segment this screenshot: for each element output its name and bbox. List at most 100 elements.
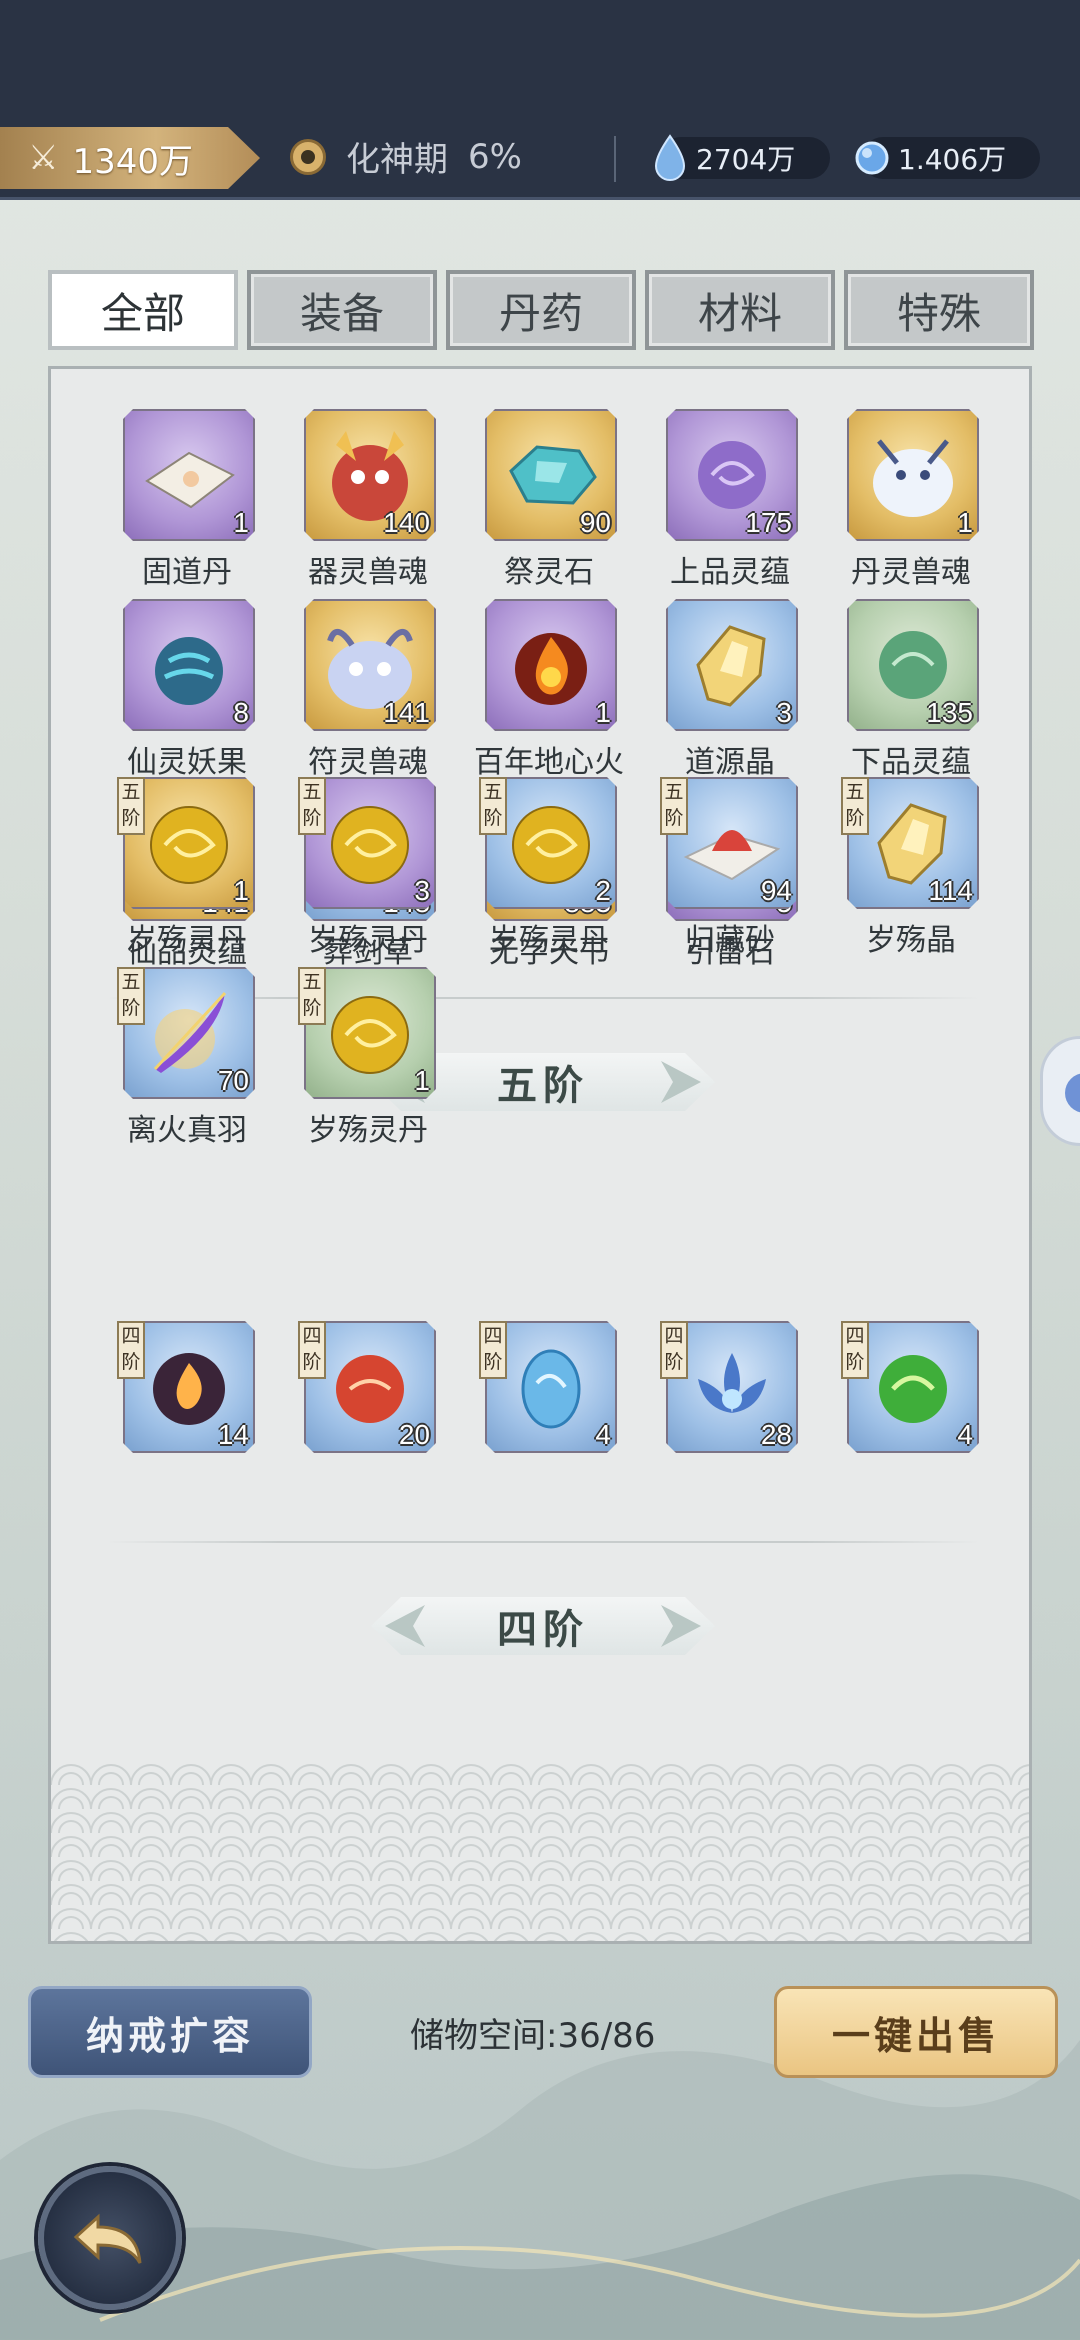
item-icon-frame: 1 bbox=[123, 409, 255, 541]
inventory-panel[interactable]: 1 固道丹 140 器灵兽魂 90 祭灵石 175 上品灵蕴 1 丹灵兽魂 8 仙灵妖果 141 符灵兽魂… bbox=[48, 366, 1032, 1944]
item-name: 仙灵妖果 bbox=[127, 745, 247, 780]
tier-badge: 五阶 bbox=[660, 777, 688, 835]
item-name: 归藏砂 bbox=[685, 923, 775, 958]
inventory-item[interactable]: 90 祭灵石 bbox=[479, 409, 619, 590]
currency2-value: 1.406万 bbox=[898, 143, 1007, 176]
tier-badge: 四阶 bbox=[117, 1321, 145, 1379]
item-name: 离火真羽 bbox=[127, 1113, 247, 1148]
item-name: 岁殇灵丹 bbox=[308, 923, 428, 958]
item-name: 岁殇灵丹 bbox=[308, 1113, 428, 1148]
inventory-item[interactable]: 175 上品灵蕴 bbox=[660, 409, 800, 590]
item-name: 器灵兽魂 bbox=[308, 555, 428, 590]
combat-power-value: 1340万 bbox=[72, 141, 194, 182]
item-count: 8 bbox=[233, 697, 249, 728]
yinyang-icon bbox=[290, 138, 326, 175]
inventory-item[interactable]: 4 四阶 bbox=[841, 1321, 981, 1501]
item-count: 4 bbox=[957, 1419, 973, 1450]
back-button[interactable] bbox=[38, 2166, 182, 2310]
item-icon-frame: 175 bbox=[666, 409, 798, 541]
inventory-item[interactable]: 3 道源晶 bbox=[660, 599, 800, 780]
inventory-item[interactable]: 8 仙灵妖果 bbox=[117, 599, 257, 780]
inventory-item[interactable]: 114 五阶岁殇晶 bbox=[841, 777, 981, 958]
blue-orb-icon bbox=[855, 141, 889, 175]
inventory-item[interactable]: 1 五阶 岁殇灵丹 bbox=[117, 777, 257, 958]
tab-all[interactable]: 全部 bbox=[48, 270, 238, 350]
inventory-item[interactable]: 3 五阶岁殇灵丹 bbox=[298, 777, 438, 958]
item-count: 175 bbox=[745, 507, 792, 538]
inventory-item[interactable]: 2 五阶岁殇灵丹 bbox=[479, 777, 619, 958]
tab-equipment[interactable]: 装备 bbox=[247, 270, 437, 350]
inventory-item[interactable]: 140 器灵兽魂 bbox=[298, 409, 438, 590]
inventory-item[interactable]: 20 四阶 bbox=[298, 1321, 438, 1501]
cultivation-realm[interactable]: 化神期 6% bbox=[290, 132, 522, 181]
item-count: 94 bbox=[760, 875, 792, 906]
item-count: 28 bbox=[760, 1419, 792, 1450]
inventory-item[interactable]: 1 固道丹 bbox=[117, 409, 257, 590]
tier-badge: 五阶 bbox=[479, 777, 507, 835]
category-tabs: 全部 装备 丹药 材料 特殊 bbox=[48, 270, 1034, 350]
inventory-item[interactable]: 1 五阶 岁殇灵丹 bbox=[298, 967, 438, 1148]
spirit-orb-currency[interactable]: 1.406万 bbox=[855, 137, 1040, 179]
item-count: 4 bbox=[595, 1419, 611, 1450]
tier-badge: 五阶 bbox=[117, 777, 145, 835]
realm-name: 化神期 bbox=[346, 140, 448, 180]
inventory-item[interactable]: 1 百年地心火 bbox=[474, 599, 624, 780]
tab-pills[interactable]: 丹药 bbox=[446, 270, 636, 350]
item-icon-frame: 3 bbox=[666, 599, 798, 731]
expand-storage-button[interactable]: 纳戒扩容 bbox=[28, 1986, 312, 2078]
tab-special[interactable]: 特殊 bbox=[844, 270, 1034, 350]
inventory-item[interactable]: 141 符灵兽魂 bbox=[298, 599, 438, 780]
item-name: 百年地心火 bbox=[474, 745, 624, 780]
combat-power-badge: ⚔ 1340万 bbox=[0, 127, 260, 189]
item-count: 3 bbox=[414, 875, 430, 906]
item-name: 岁殇晶 bbox=[866, 923, 956, 958]
item-count: 140 bbox=[383, 507, 430, 538]
inventory-item[interactable]: 94 五阶归藏砂 bbox=[660, 777, 800, 958]
tier-badge: 四阶 bbox=[479, 1321, 507, 1379]
item-name: 道源晶 bbox=[685, 745, 775, 780]
tier-badge: 四阶 bbox=[298, 1321, 326, 1379]
section-divider bbox=[106, 1541, 980, 1543]
tab-materials[interactable]: 材料 bbox=[645, 270, 835, 350]
currency1-value: 2704万 bbox=[696, 143, 796, 176]
item-icon-frame: 141 bbox=[304, 599, 436, 731]
item-count: 1 bbox=[957, 507, 973, 538]
realm-progress: 6% bbox=[468, 136, 522, 177]
tier-badge: 四阶 bbox=[660, 1321, 688, 1379]
inventory-item[interactable]: 135 下品灵蕴 bbox=[841, 599, 981, 780]
item-count: 90 bbox=[579, 507, 611, 538]
item-count: 14 bbox=[217, 1419, 249, 1450]
item-name: 岁殇灵丹 bbox=[489, 923, 609, 958]
item-icon-frame: 1 bbox=[485, 599, 617, 731]
inventory-item[interactable]: 70 五阶 离火真羽 bbox=[117, 967, 257, 1148]
item-count: 70 bbox=[217, 1065, 249, 1096]
inventory-item[interactable]: 1 丹灵兽魂 bbox=[841, 409, 981, 590]
item-icon-frame: 1 bbox=[847, 409, 979, 541]
tier-badge: 五阶 bbox=[298, 967, 326, 1025]
tier-4-header: 四阶 bbox=[371, 1597, 715, 1655]
inventory-item[interactable]: 14 四阶 bbox=[117, 1321, 257, 1501]
item-count: 3 bbox=[776, 697, 792, 728]
top-status-bar: ⚔ 1340万 化神期 6% 2704万 1.406万 bbox=[0, 0, 1080, 200]
side-drawer-handle[interactable] bbox=[1040, 1036, 1080, 1146]
divider bbox=[614, 136, 616, 182]
wave-pattern bbox=[51, 1761, 1029, 1941]
item-count: 114 bbox=[928, 875, 973, 906]
item-count: 135 bbox=[926, 697, 973, 728]
sell-all-button[interactable]: 一键出售 bbox=[774, 1986, 1058, 2078]
item-count: 1 bbox=[595, 697, 611, 728]
item-count: 1 bbox=[233, 875, 249, 906]
spirit-crystal-currency[interactable]: 2704万 bbox=[654, 134, 830, 181]
tier-badge: 五阶 bbox=[298, 777, 326, 835]
item-count: 1 bbox=[233, 507, 249, 538]
inventory-item[interactable]: 28 四阶 bbox=[660, 1321, 800, 1501]
back-arrow-icon bbox=[73, 2213, 142, 2264]
inventory-item[interactable]: 4 四阶 bbox=[479, 1321, 619, 1501]
storage-capacity: 储物空间:36/86 bbox=[410, 2016, 656, 2056]
item-name: 丹灵兽魂 bbox=[851, 555, 971, 590]
item-name: 固道丹 bbox=[142, 555, 232, 590]
item-count: 2 bbox=[595, 875, 611, 906]
tier-badge: 五阶 bbox=[841, 777, 869, 835]
item-name: 下品灵蕴 bbox=[851, 745, 971, 780]
water-drop-crystal-icon bbox=[654, 134, 686, 181]
